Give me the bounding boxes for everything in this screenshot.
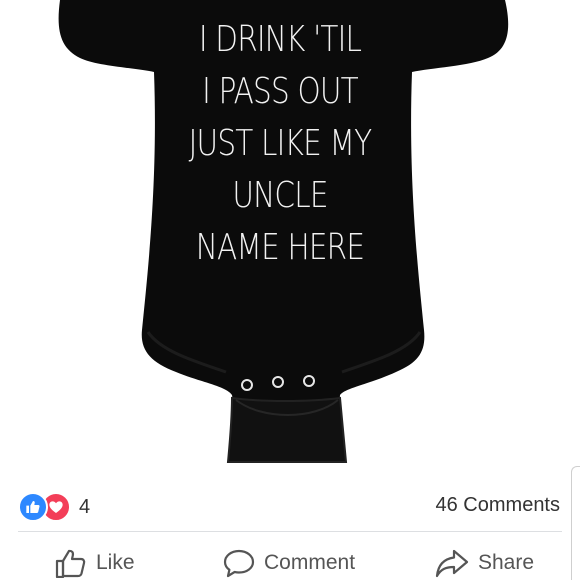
onesie-line: JUST LIKE MY <box>188 123 373 164</box>
facebook-post: I DRINK 'TIL I PASS OUT JUST LIKE MY UNC… <box>0 0 580 580</box>
reaction-count: 4 <box>79 495 91 518</box>
post-actions: Like Comment Share <box>0 548 580 580</box>
share-arrow-icon <box>435 549 469 578</box>
comments-count-link[interactable]: 46 Comments <box>436 494 561 517</box>
stats-divider <box>18 531 562 532</box>
onesie-line: I DRINK 'TIL <box>198 19 362 60</box>
comment-button-label: Comment <box>264 551 356 574</box>
like-icon <box>18 492 48 522</box>
onesie-line: UNCLE <box>232 175 328 216</box>
onesie-line: NAME HERE <box>195 227 365 268</box>
like-button-label: Like <box>96 551 135 574</box>
onesie-line: I PASS OUT <box>202 71 359 112</box>
share-button-label: Share <box>478 551 535 574</box>
post-stats: 4 46 Comments <box>0 488 580 524</box>
reactions-summary[interactable]: 4 <box>18 492 90 522</box>
comment-button[interactable]: Comment <box>222 548 355 578</box>
post-image[interactable]: I DRINK 'TIL I PASS OUT JUST LIKE MY UNC… <box>0 0 580 470</box>
onesie-print-text: I DRINK 'TIL I PASS OUT JUST LIKE MY UNC… <box>149 14 411 274</box>
comment-bubble-icon <box>223 549 255 578</box>
thumbs-up-icon <box>55 549 86 578</box>
scrollbar-edge <box>571 466 580 580</box>
like-button[interactable]: Like <box>54 548 135 578</box>
share-button[interactable]: Share <box>434 548 534 578</box>
